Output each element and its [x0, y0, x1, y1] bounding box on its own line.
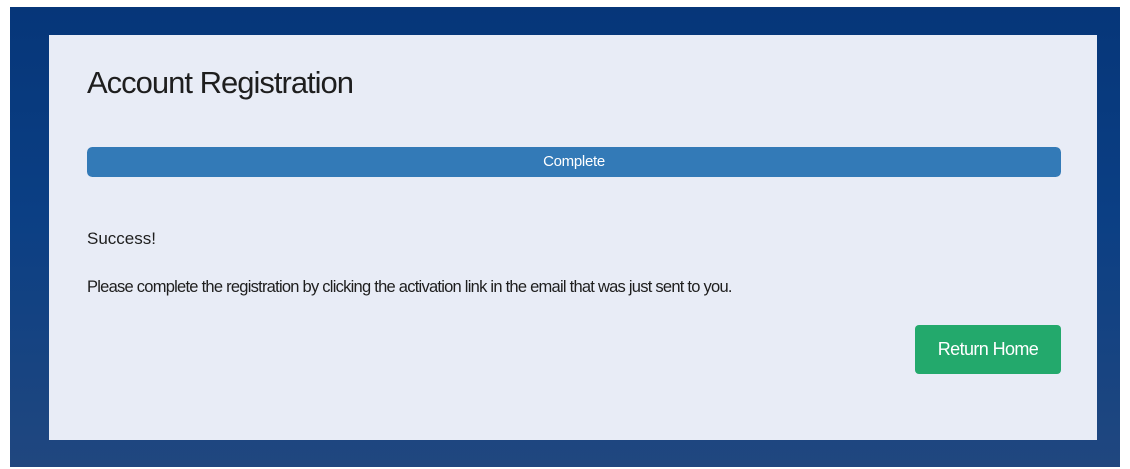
page-title: Account Registration [87, 65, 354, 100]
progress-bar: Complete [87, 147, 1061, 177]
return-home-button[interactable]: Return Home [915, 325, 1061, 374]
registration-card: Account Registration Complete Success! P… [49, 35, 1097, 440]
page-background: Account Registration Complete Success! P… [10, 7, 1120, 467]
success-message: Success! [87, 229, 156, 248]
progress-bar-label: Complete [543, 153, 605, 170]
activation-instructions: Please complete the registration by clic… [87, 278, 732, 296]
